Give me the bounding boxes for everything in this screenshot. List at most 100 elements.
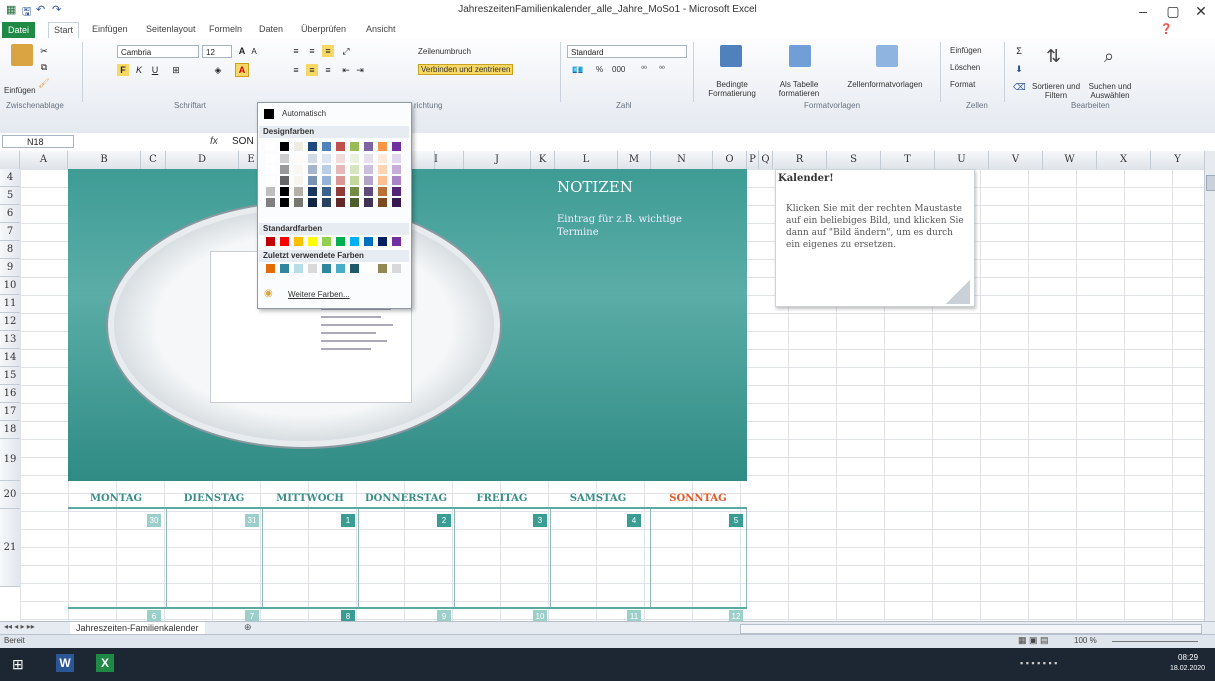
percent-button[interactable]: % [596,65,603,74]
underline-icon[interactable]: U [149,64,161,76]
theme-color-swatch[interactable] [392,176,401,185]
theme-color-swatch[interactable] [266,198,275,207]
recent-color-swatch[interactable] [322,264,331,273]
recent-color-swatch[interactable] [336,264,345,273]
help-icon[interactable]: ❓ [1160,24,1172,35]
theme-color-swatch[interactable] [280,154,289,163]
row-header[interactable]: 7 [0,223,20,241]
theme-color-swatch[interactable] [378,198,387,207]
copy-icon[interactable]: ⧉ [38,61,50,73]
row-header[interactable]: 13 [0,331,20,349]
theme-color-swatch[interactable] [322,187,331,196]
sort-filter-button[interactable]: Sortieren und Filtern [1030,82,1082,100]
tab-insert[interactable]: Einfügen [92,24,128,34]
theme-color-swatch[interactable] [378,142,387,151]
autosum-icon[interactable]: Σ [1013,45,1025,57]
theme-color-swatch[interactable] [280,176,289,185]
align-center-icon[interactable]: ≡ [306,64,318,76]
theme-color-swatch[interactable] [364,154,373,163]
tab-home[interactable]: Start [48,22,80,38]
row-header[interactable]: 12 [0,313,20,331]
column-header[interactable]: Y [1151,151,1205,169]
weekday-header-sunday[interactable]: SONNTAG [650,493,746,504]
increase-decimal-icon[interactable]: ⁰⁰ [638,64,650,76]
automatic-color-swatch[interactable] [264,109,274,119]
clock-time[interactable]: 08:29 [1178,653,1198,662]
column-header[interactable]: W [1043,151,1097,169]
word-app-icon[interactable]: W [56,654,74,672]
theme-color-swatch[interactable] [378,154,387,163]
more-colors-option[interactable]: Weitere Farben... [288,290,350,299]
grow-font-icon[interactable]: A [236,45,248,57]
column-header[interactable]: K [531,151,555,169]
standard-color-swatch[interactable] [280,237,289,246]
theme-color-swatch[interactable] [392,198,401,207]
recent-color-swatch[interactable] [392,264,401,273]
paste-label[interactable]: Einfügen [4,86,36,95]
find-select-button[interactable]: Suchen und Auswählen [1084,82,1136,100]
row-header[interactable]: 4 [0,169,20,187]
find-select-icon[interactable]: ⌕ [1104,46,1114,67]
theme-color-swatch[interactable] [336,142,345,151]
standard-color-swatch[interactable] [308,237,317,246]
recent-color-swatch[interactable] [280,264,289,273]
tab-page-layout[interactable]: Seitenlayout [146,24,196,34]
standard-color-swatch[interactable] [364,237,373,246]
theme-color-swatch[interactable] [322,142,331,151]
theme-color-swatch[interactable] [266,176,275,185]
theme-color-swatch[interactable] [364,165,373,174]
tab-data[interactable]: Daten [259,24,283,34]
theme-color-swatch[interactable] [294,176,303,185]
standard-color-swatch[interactable] [336,237,345,246]
currency-icon[interactable]: 💶 [572,64,584,76]
paste-icon[interactable] [11,44,33,66]
theme-color-swatch[interactable] [350,142,359,151]
column-header[interactable]: R [773,151,827,169]
font-color-icon[interactable]: A [235,63,249,77]
increase-indent-icon[interactable]: ⇥ [354,64,366,76]
theme-color-swatch[interactable] [308,176,317,185]
shrink-font-icon[interactable]: A [248,46,260,58]
scrollbar-thumb[interactable] [1206,175,1215,191]
clock-date[interactable]: 18.02.2020 [1170,665,1205,672]
column-header[interactable]: N [651,151,713,169]
format-as-table-icon[interactable] [789,45,811,67]
theme-color-swatch[interactable] [336,154,345,163]
align-bottom-icon[interactable]: ≡ [322,45,334,57]
theme-color-swatch[interactable] [336,187,345,196]
recent-color-swatch[interactable] [378,264,387,273]
excel-app-icon[interactable]: X [96,654,114,672]
format-painter-icon[interactable]: 🖌 [38,77,50,89]
recent-color-swatch[interactable] [350,264,359,273]
theme-color-swatch[interactable] [266,154,275,163]
cell-styles-button[interactable]: Zellenformatvorlagen [833,80,937,89]
align-top-icon[interactable]: ≡ [290,45,302,57]
fill-color-icon[interactable]: ◈ [212,64,224,76]
weekday-header[interactable]: MITTWOCH [262,493,358,504]
delete-cells-button[interactable]: Löschen [950,63,980,72]
column-header[interactable]: O [713,151,747,169]
align-right-icon[interactable]: ≡ [322,64,334,76]
column-header[interactable]: L [555,151,618,169]
theme-color-swatch[interactable] [392,142,401,151]
maximize-button[interactable]: ▢ [1158,2,1188,20]
italic-icon[interactable]: K [133,64,145,76]
theme-color-swatch[interactable] [336,165,345,174]
conditional-format-button[interactable]: Bedingte Formatierung [700,80,764,98]
standard-color-swatch[interactable] [294,237,303,246]
row-header[interactable]: 11 [0,295,20,313]
theme-color-swatch[interactable] [336,198,345,207]
align-middle-icon[interactable]: ≡ [306,45,318,57]
cell-styles-icon[interactable] [876,45,898,67]
theme-color-swatch[interactable] [280,142,289,151]
view-buttons-icon[interactable]: ▦ ▣ ▤ [1018,635,1049,646]
close-button[interactable]: ✕ [1186,2,1215,20]
tab-review[interactable]: Überprüfen [301,24,346,34]
tray-icons[interactable]: ▪ ▪ ▪ ▪ ▪ ▪ ▪ [1020,658,1057,668]
column-header[interactable]: Q [759,151,773,169]
tab-formulas[interactable]: Formeln [209,24,242,34]
sheet-tab-active[interactable]: Jahreszeiten-Familienkalender [70,622,205,634]
align-left-icon[interactable]: ≡ [290,64,302,76]
recent-color-swatch[interactable] [294,264,303,273]
theme-color-swatch[interactable] [280,165,289,174]
